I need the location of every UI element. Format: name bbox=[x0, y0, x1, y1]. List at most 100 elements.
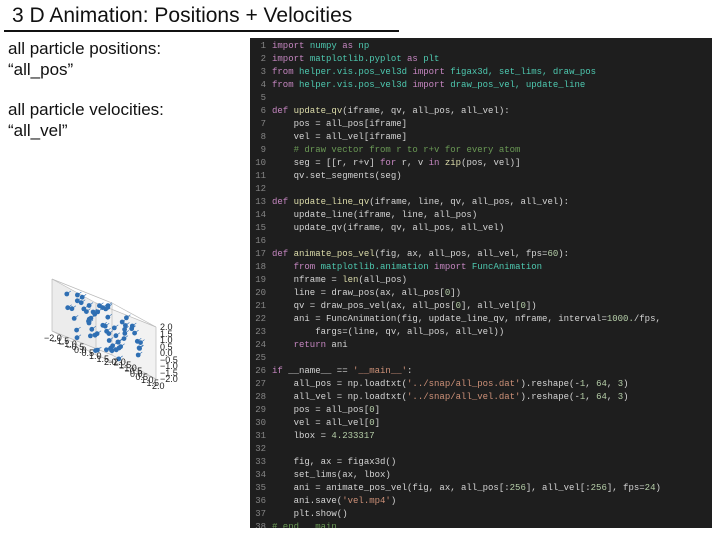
code-line: 17def animate_pos_vel(fig, ax, all_pos, … bbox=[250, 248, 712, 261]
code-line: 13def update_line_qv(iframe, line, qv, a… bbox=[250, 196, 712, 209]
line-number: 5 bbox=[250, 92, 272, 105]
scatter-3d-plot: 2.01.51.00.50.0−0.5−1.0−1.5−2.0−2.0−1.5−… bbox=[4, 159, 244, 419]
line-number: 21 bbox=[250, 300, 272, 313]
code-content bbox=[272, 443, 712, 456]
line-number: 23 bbox=[250, 326, 272, 339]
line-number: 38 bbox=[250, 521, 272, 528]
code-content: ani = FuncAnimation(fig, update_line_qv,… bbox=[272, 313, 712, 326]
code-content: fig, ax = figax3d() bbox=[272, 456, 712, 469]
code-content: line = draw_pos(ax, all_pos[0]) bbox=[272, 287, 712, 300]
code-line: 3from helper.vis.pos_vel3d import figax3… bbox=[250, 66, 712, 79]
code-content bbox=[272, 235, 712, 248]
line-number: 13 bbox=[250, 196, 272, 209]
code-line: 36 ani.save('vel.mp4') bbox=[250, 495, 712, 508]
code-content: from matplotlib.animation import FuncAni… bbox=[272, 261, 712, 274]
code-line: 30 vel = all_vel[0] bbox=[250, 417, 712, 430]
line-number: 32 bbox=[250, 443, 272, 456]
line-number: 20 bbox=[250, 287, 272, 300]
line-number: 2 bbox=[250, 53, 272, 66]
code-line: 19 nframe = len(all_pos) bbox=[250, 274, 712, 287]
code-line: 21 qv = draw_pos_vel(ax, all_pos[0], all… bbox=[250, 300, 712, 313]
line-number: 10 bbox=[250, 157, 272, 170]
line-number: 35 bbox=[250, 482, 272, 495]
line-number: 8 bbox=[250, 131, 272, 144]
line-number: 15 bbox=[250, 222, 272, 235]
line-number: 19 bbox=[250, 274, 272, 287]
pos-var: “all_pos” bbox=[8, 59, 250, 80]
code-line: 24 return ani bbox=[250, 339, 712, 352]
line-number: 9 bbox=[250, 144, 272, 157]
line-number: 18 bbox=[250, 261, 272, 274]
code-line: 38# end __main__ bbox=[250, 521, 712, 528]
code-content: from helper.vis.pos_vel3d import figax3d… bbox=[272, 66, 712, 79]
y-tick-label: 2.0 bbox=[152, 381, 165, 392]
code-content: update_line(iframe, line, all_pos) bbox=[272, 209, 712, 222]
code-line: 8 vel = all_vel[iframe] bbox=[250, 131, 712, 144]
line-number: 16 bbox=[250, 235, 272, 248]
pos-label: all particle positions: bbox=[8, 38, 250, 59]
code-line: 6def update_qv(iframe, qv, all_pos, all_… bbox=[250, 105, 712, 118]
code-content: update_qv(iframe, qv, all_pos, all_vel) bbox=[272, 222, 712, 235]
pos-block: all particle positions: “all_pos” bbox=[8, 38, 250, 81]
code-content: qv = draw_pos_vel(ax, all_pos[0], all_ve… bbox=[272, 300, 712, 313]
scatter-3d-svg bbox=[4, 159, 244, 419]
code-content: from helper.vis.pos_vel3d import draw_po… bbox=[272, 79, 712, 92]
line-number: 4 bbox=[250, 79, 272, 92]
line-number: 3 bbox=[250, 66, 272, 79]
code-content: ani.save('vel.mp4') bbox=[272, 495, 712, 508]
code-content bbox=[272, 352, 712, 365]
line-number: 37 bbox=[250, 508, 272, 521]
line-number: 34 bbox=[250, 469, 272, 482]
code-line: 33 fig, ax = figax3d() bbox=[250, 456, 712, 469]
line-number: 27 bbox=[250, 378, 272, 391]
code-line: 16 bbox=[250, 235, 712, 248]
code-line: 32 bbox=[250, 443, 712, 456]
code-content: qv.set_segments(seg) bbox=[272, 170, 712, 183]
code-line: 7 pos = all_pos[iframe] bbox=[250, 118, 712, 131]
vel-label: all particle velocities: bbox=[8, 99, 250, 120]
code-line: 35 ani = animate_pos_vel(fig, ax, all_po… bbox=[250, 482, 712, 495]
code-content: pos = all_pos[iframe] bbox=[272, 118, 712, 131]
code-content: return ani bbox=[272, 339, 712, 352]
line-number: 33 bbox=[250, 456, 272, 469]
code-content: plt.show() bbox=[272, 508, 712, 521]
line-number: 29 bbox=[250, 404, 272, 417]
code-content: # draw vector from r to r+v for every at… bbox=[272, 144, 712, 157]
code-content: ani = animate_pos_vel(fig, ax, all_pos[:… bbox=[272, 482, 712, 495]
code-line: 37 plt.show() bbox=[250, 508, 712, 521]
code-content: vel = all_vel[0] bbox=[272, 417, 712, 430]
line-number: 12 bbox=[250, 183, 272, 196]
line-number: 7 bbox=[250, 118, 272, 131]
code-editor: 1import numpy as np2import matplotlib.py… bbox=[250, 38, 712, 528]
line-number: 22 bbox=[250, 313, 272, 326]
line-number: 14 bbox=[250, 209, 272, 222]
slide: 3 D Animation: Positions + Velocities al… bbox=[0, 0, 720, 540]
line-number: 24 bbox=[250, 339, 272, 352]
code-content: def update_qv(iframe, qv, all_pos, all_v… bbox=[272, 105, 712, 118]
code-content: lbox = 4.233317 bbox=[272, 430, 712, 443]
code-line: 14 update_line(iframe, line, all_pos) bbox=[250, 209, 712, 222]
code-line: 15 update_qv(iframe, qv, all_pos, all_ve… bbox=[250, 222, 712, 235]
code-line: 31 lbox = 4.233317 bbox=[250, 430, 712, 443]
code-content: def update_line_qv(iframe, line, qv, all… bbox=[272, 196, 712, 209]
code-content: def animate_pos_vel(fig, ax, all_pos, al… bbox=[272, 248, 712, 261]
line-number: 36 bbox=[250, 495, 272, 508]
code-content bbox=[272, 183, 712, 196]
code-line: 20 line = draw_pos(ax, all_pos[0]) bbox=[250, 287, 712, 300]
code-line: 28 all_vel = np.loadtxt('../snap/all_vel… bbox=[250, 391, 712, 404]
code-line: 27 all_pos = np.loadtxt('../snap/all_pos… bbox=[250, 378, 712, 391]
code-content: nframe = len(all_pos) bbox=[272, 274, 712, 287]
code-content: all_pos = np.loadtxt('../snap/all_pos.da… bbox=[272, 378, 712, 391]
code-content: if __name__ == '__main__': bbox=[272, 365, 712, 378]
slide-title: 3 D Animation: Positions + Velocities bbox=[4, 0, 399, 32]
code-line: 26if __name__ == '__main__': bbox=[250, 365, 712, 378]
code-line: 22 ani = FuncAnimation(fig, update_line_… bbox=[250, 313, 712, 326]
line-number: 17 bbox=[250, 248, 272, 261]
left-column: all particle positions: “all_pos” all pa… bbox=[0, 32, 250, 528]
code-content: all_vel = np.loadtxt('../snap/all_vel.da… bbox=[272, 391, 712, 404]
vel-block: all particle velocities: “all_vel” bbox=[8, 99, 250, 142]
code-line: 9 # draw vector from r to r+v for every … bbox=[250, 144, 712, 157]
line-number: 1 bbox=[250, 40, 272, 53]
code-line: 29 pos = all_pos[0] bbox=[250, 404, 712, 417]
slide-body: all particle positions: “all_pos” all pa… bbox=[0, 32, 720, 528]
